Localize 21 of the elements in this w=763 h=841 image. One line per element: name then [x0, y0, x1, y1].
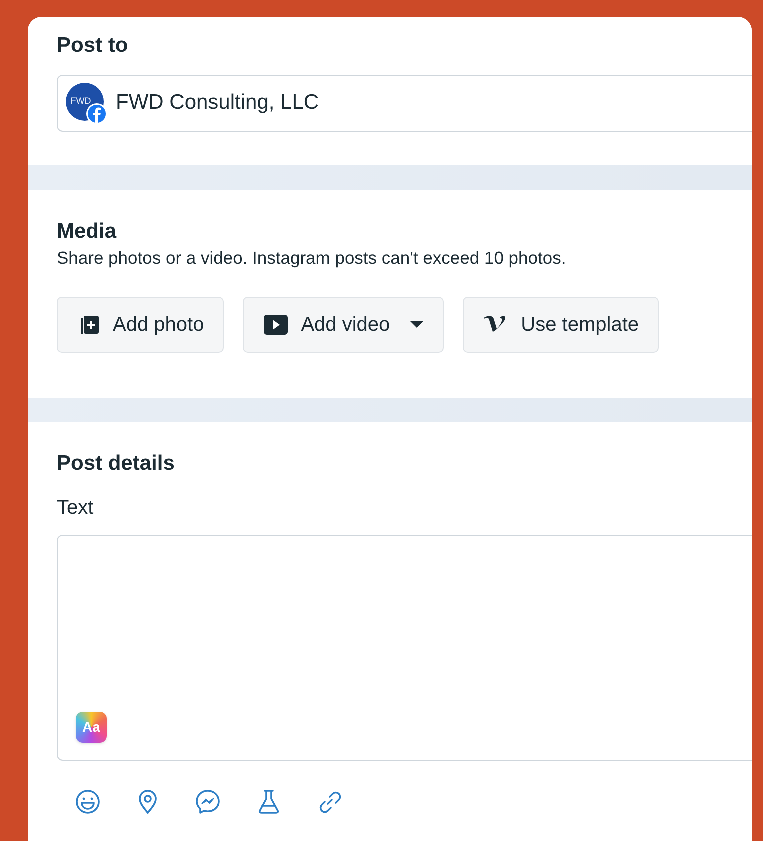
text-input-area[interactable]: Aa — [57, 535, 752, 761]
section-title: Media — [57, 219, 118, 245]
link-icon[interactable] — [317, 789, 343, 815]
avatar-text: FWD — [70, 95, 92, 108]
text-label: Text — [57, 496, 95, 521]
section-title: Post to — [57, 33, 130, 59]
account-selector[interactable]: FWD FWD Consulting, LLC — [57, 74, 752, 132]
text-style-icon[interactable]: Aa — [76, 712, 107, 743]
play-icon — [263, 314, 290, 336]
media-description: Share photos or a video. Instagram posts can't exceed 10 photos. — [57, 247, 568, 270]
smiley-icon[interactable] — [75, 789, 101, 815]
media-button[interactable]: Add video — [243, 297, 444, 353]
messenger-icon[interactable] — [195, 789, 221, 815]
media-button[interactable]: Use template — [463, 297, 660, 353]
flask-icon[interactable] — [257, 789, 281, 815]
account-name: FWD Consulting, LLC — [116, 90, 320, 116]
media-button[interactable]: Add photo — [57, 297, 224, 353]
section-title: Post details — [57, 451, 176, 477]
location-pin-icon[interactable] — [137, 789, 159, 815]
facebook-badge-icon — [86, 103, 108, 125]
caret-icon — [410, 321, 424, 329]
